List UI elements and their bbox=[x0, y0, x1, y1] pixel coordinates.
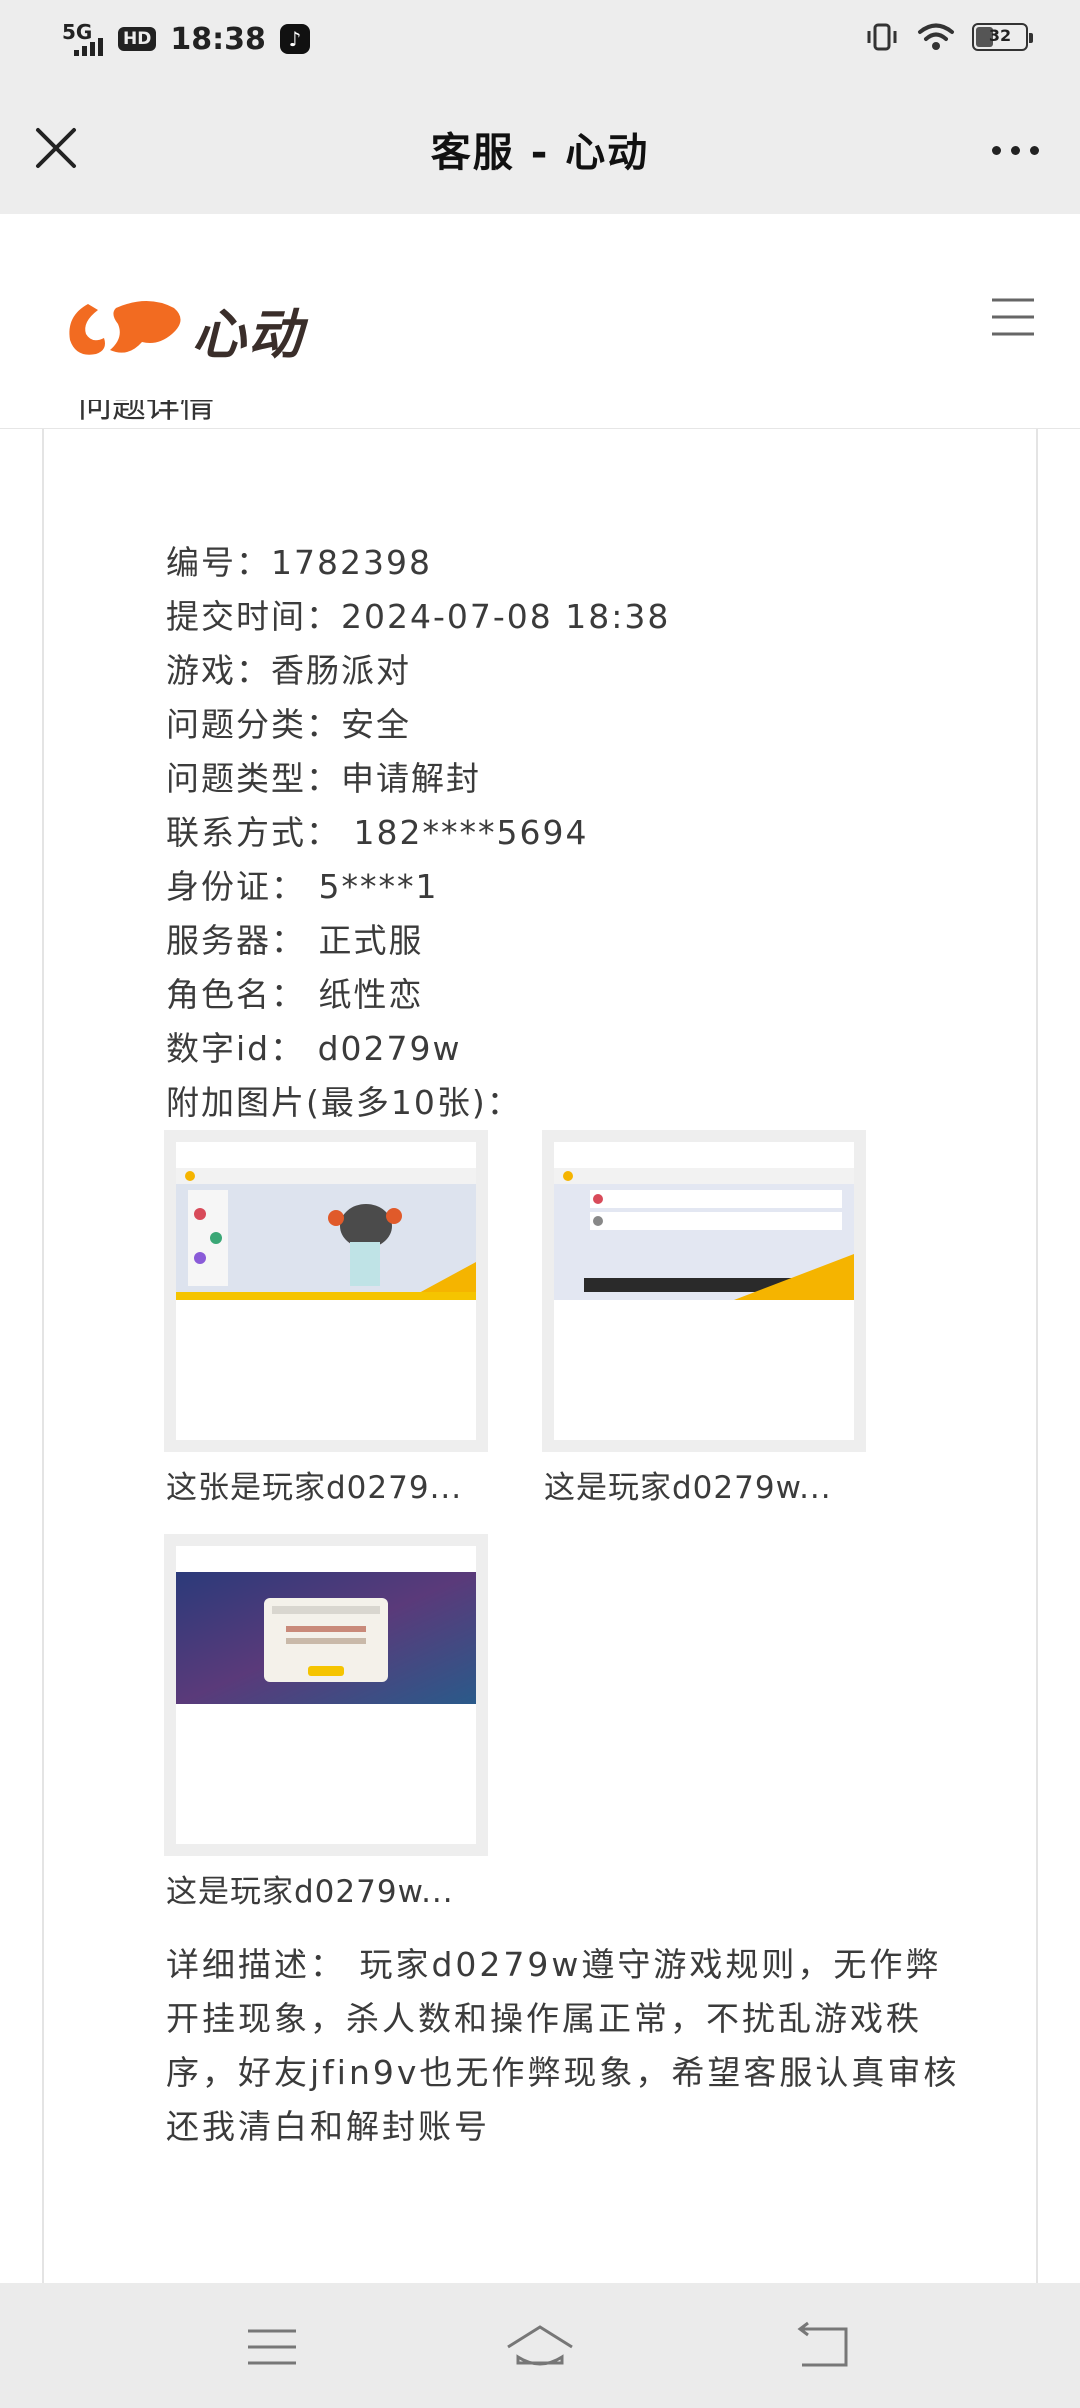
status-bar: 5G HD 18:38 ♪ 32 bbox=[0, 0, 1080, 80]
tiktok-icon: ♪ bbox=[279, 24, 310, 54]
hamburger-menu-icon[interactable] bbox=[990, 294, 1036, 340]
submit-time: 提交时间：2024-07-08 18:38 bbox=[166, 597, 671, 636]
screenshot-image bbox=[554, 1168, 854, 1300]
bottom-navigation bbox=[0, 2283, 1080, 2408]
battery-level: 32 bbox=[988, 26, 1012, 45]
contact-info: 联系方式： 182****5694 bbox=[166, 813, 589, 852]
network-indicator: 5G bbox=[60, 20, 104, 58]
ticket-number: 编号：1782398 bbox=[166, 543, 432, 582]
xd-logo[interactable]: 心动 bbox=[62, 290, 304, 369]
hd-badge: HD bbox=[118, 27, 157, 51]
logo-mark-icon bbox=[69, 300, 181, 355]
attachments-label: 附加图片(最多10张)： bbox=[166, 1083, 522, 1122]
site-header: 心动 bbox=[0, 214, 1080, 429]
screenshot-image bbox=[176, 1572, 476, 1704]
issue-description: 详细描述： 玩家d0279w遵守游戏规则，无作弊开挂现象，杀人数和操作属正常，不… bbox=[166, 1945, 960, 2146]
status-time: 18:38 bbox=[170, 21, 266, 57]
status-left: 5G HD 18:38 ♪ bbox=[60, 20, 310, 58]
ticket-info: 编号：1782398 提交时间：2024-07-08 18:38 游戏：香肠派对… bbox=[166, 536, 966, 1130]
logo-text: 心动 bbox=[192, 303, 304, 366]
home-icon[interactable] bbox=[504, 2319, 576, 2375]
page-title: 客服 - 心动 bbox=[430, 130, 650, 176]
battery-icon: 32 bbox=[972, 23, 1033, 51]
server: 服务器： 正式服 bbox=[166, 921, 424, 960]
id-card: 身份证： 5****1 bbox=[166, 867, 439, 906]
attachment-caption: 这是玩家d0279w... bbox=[544, 1470, 832, 1506]
screenshot-image bbox=[176, 1168, 476, 1300]
attachment-thumbnail[interactable] bbox=[542, 1130, 866, 1452]
character-name: 角色名： 纸性恋 bbox=[166, 975, 424, 1014]
attachment-thumbnail[interactable] bbox=[164, 1534, 488, 1856]
attachment-thumbnail[interactable] bbox=[164, 1130, 488, 1452]
issue-category: 问题分类：安全 bbox=[166, 705, 411, 744]
vibrate-icon bbox=[867, 23, 897, 51]
status-right: 32 bbox=[864, 22, 1033, 52]
signal-bars-icon bbox=[74, 38, 103, 56]
game-name: 游戏：香肠派对 bbox=[166, 651, 411, 690]
title-bar: 客服 - 心动 bbox=[0, 80, 1080, 214]
attachment-caption: 这是玩家d0279w... bbox=[166, 1874, 454, 1910]
menu-icon[interactable] bbox=[242, 2319, 302, 2375]
numeric-id: 数字id： d0279w bbox=[166, 1029, 462, 1068]
attachment-caption: 这张是玩家d0279... bbox=[166, 1470, 463, 1506]
issue-type: 问题类型：申请解封 bbox=[166, 759, 481, 798]
wifi-icon bbox=[918, 23, 954, 50]
section-heading-clipped: 问题详情 bbox=[78, 400, 214, 426]
back-icon[interactable] bbox=[794, 2319, 854, 2375]
more-icon[interactable] bbox=[980, 130, 1050, 170]
